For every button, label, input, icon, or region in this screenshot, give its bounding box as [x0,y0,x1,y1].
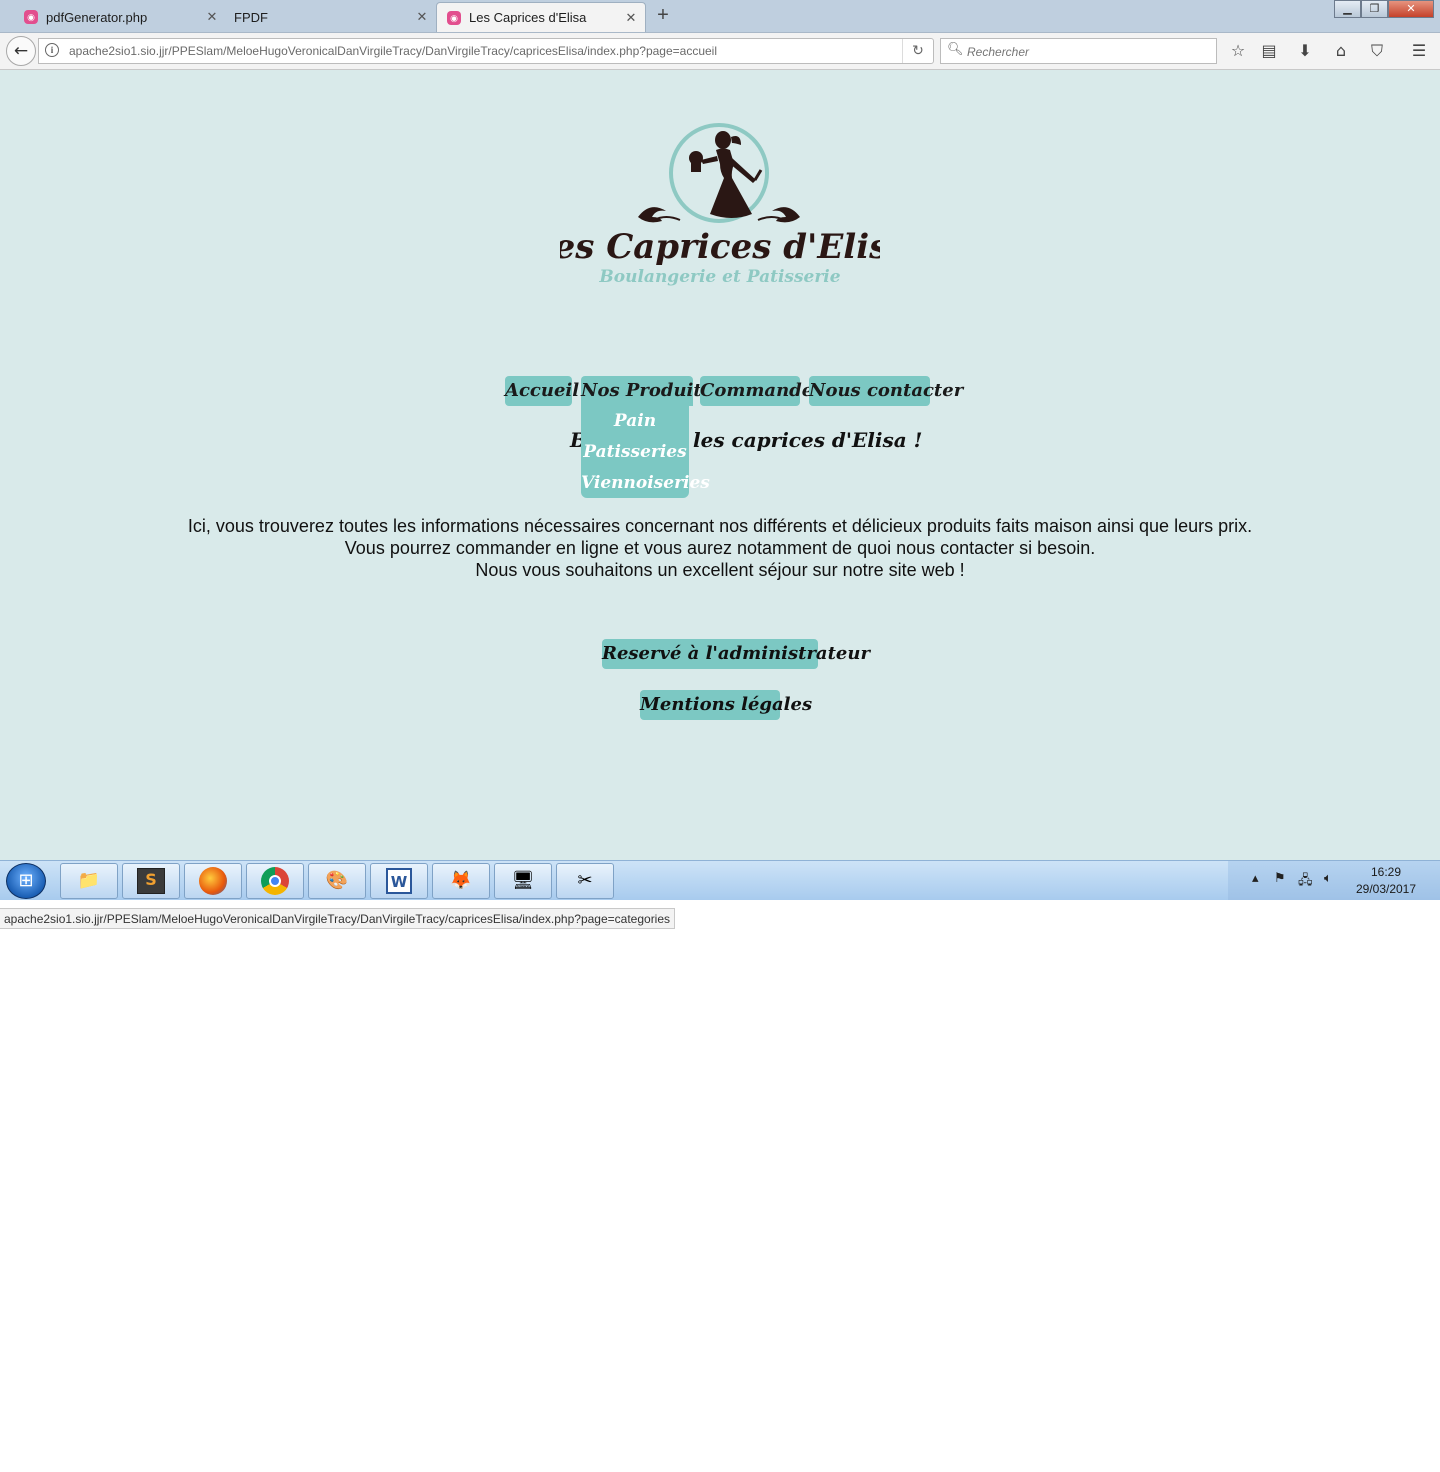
tab-label: pdfGenerator.php [46,9,148,25]
firefox-icon [199,867,227,895]
intro-line: Nous vous souhaitons un excellent séjour… [475,560,965,580]
logo-title: Les Caprices d'Elisa [560,227,880,267]
products-dropdown: Pain Patisseries Viennoiseries [581,406,710,499]
taskbar-remote[interactable]: 🖥 [494,863,552,899]
logo-subtitle: Boulangerie et Patisserie [598,267,840,287]
windows-taskbar: ⊞ 📁 S 🎨 W 🦊 🖥 ✂ ▴ ⚑ 🖧 🔈︎ 16:29 29/03/201… [0,860,1440,900]
pocket-icon[interactable]: ⛉ [1365,39,1389,63]
tab-caprices-elisa[interactable]: ◉ Les Caprices d'Elisa ✕ [436,2,646,32]
url-bar[interactable]: i apache2sio1.sio.jjr/PPESlam/MeloeHugoV… [38,38,934,64]
maximize-window-button[interactable]: ❐ [1361,0,1388,18]
intro-line: Vous pourrez commander en ligne et vous … [344,538,1096,558]
welcome-heading-end: les caprices d'Elisa ! [693,428,923,452]
browser-titlebar: ◉ pdfGenerator.php ✕ FPDF ✕ ◉ Les Capric… [0,0,1440,33]
snipping-tool-icon: ✂ [577,870,593,891]
volume-icon[interactable]: 🔈︎ [1324,871,1332,886]
word-icon: W [386,868,412,894]
taskbar-firefox[interactable] [184,863,242,899]
close-tab-icon[interactable]: ✕ [202,9,222,25]
menu-item-nos-produits[interactable]: Nos Produits [581,376,712,406]
start-button[interactable]: ⊞ [6,863,46,899]
action-center-flag-icon[interactable]: ⚑ [1274,871,1286,886]
clock-time[interactable]: 16:29 [1356,865,1416,879]
minimize-window-button[interactable]: ▁ [1334,0,1361,18]
new-tab-button[interactable]: + [652,4,674,28]
legal-notice-button[interactable]: Mentions légales [640,690,812,720]
menu-icon[interactable]: ☰ [1407,39,1431,63]
taskbar-snipping[interactable]: ✂ [556,863,614,899]
remote-desktop-icon: 🖥 [511,870,535,891]
reading-list-icon[interactable]: ▤ [1257,39,1281,63]
clock-date[interactable]: 29/03/2017 [1350,882,1422,896]
web-page: Les Caprices d'Elisa Boulangerie et Pati… [0,70,1440,929]
tab-fpdf[interactable]: FPDF ✕ [226,2,436,32]
logo-emblem [638,123,800,223]
search-icon: 🔍︎ [947,42,964,57]
taskbar-explorer[interactable]: 📁 [60,863,118,899]
taskbar-sublime[interactable]: S [122,863,180,899]
url-text[interactable]: apache2sio1.sio.jjr/PPESlam/MeloeHugoVer… [69,44,717,58]
tab-pdfgenerator[interactable]: ◉ pdfGenerator.php ✕ [14,2,226,32]
search-input[interactable] [965,41,1209,63]
close-window-button[interactable]: ✕ [1388,0,1434,18]
back-button[interactable]: ← [6,36,36,66]
reload-icon: ↻ [912,43,924,59]
close-tab-icon[interactable]: ✕ [412,9,432,25]
tab-favicon-icon: ◉ [24,10,38,24]
paint-icon: 🎨 [325,870,349,891]
intro-text: Ici, vous trouverez toutes les informati… [0,515,1440,581]
sublime-text-icon: S [137,868,165,894]
close-tab-icon[interactable]: ✕ [621,10,641,26]
home-icon[interactable]: ⌂ [1329,39,1353,63]
intro-line: Ici, vous trouverez toutes les informati… [187,516,1253,536]
taskbar-paint[interactable]: 🎨 [308,863,366,899]
reload-button[interactable]: ↻ [902,39,933,63]
main-menu: Accueil Nos Produits Commander Nous cont… [0,376,1440,406]
windows-logo-icon: ⊞ [18,870,34,891]
browser-status-bar: apache2sio1.sio.jjr/PPESlam/MeloeHugoVer… [0,908,676,929]
star-icon[interactable]: ☆ [1226,39,1250,63]
explorer-icon: 📁 [77,870,101,891]
chrome-icon [261,867,289,895]
arrow-left-icon: ← [13,41,29,61]
submenu-item-pain[interactable]: Pain [581,406,689,437]
tab-label: FPDF [234,9,268,25]
menu-item-accueil[interactable]: Accueil [505,376,579,406]
submenu-item-viennoiseries[interactable]: Viennoiseries [581,468,710,499]
info-icon[interactable]: i [45,43,59,57]
taskbar-chrome[interactable] [246,863,304,899]
network-icon[interactable]: 🖧 [1298,871,1313,893]
menu-item-commander[interactable]: Commander [700,376,823,406]
taskbar-gimp[interactable]: 🦊 [432,863,490,899]
submenu-item-patisseries[interactable]: Patisseries [581,437,689,468]
show-hidden-icons-icon[interactable]: ▴ [1252,871,1259,886]
menu-item-nous-contacter[interactable]: Nous contacter [809,376,963,406]
tab-label: Les Caprices d'Elisa [469,10,587,25]
browser-navbar: ← i apache2sio1.sio.jjr/PPESlam/MeloeHug… [0,33,1440,70]
download-icon[interactable]: ⬇ [1293,39,1317,63]
gimp-icon: 🦊 [449,870,473,891]
taskbar-word[interactable]: W [370,863,428,899]
search-bar[interactable]: 🔍︎ [940,38,1217,64]
tab-favicon-icon: ◉ [447,10,461,25]
site-logo[interactable]: Les Caprices d'Elisa Boulangerie et Pati… [529,122,910,292]
admin-button[interactable]: Reservé à l'administrateur [602,639,870,669]
